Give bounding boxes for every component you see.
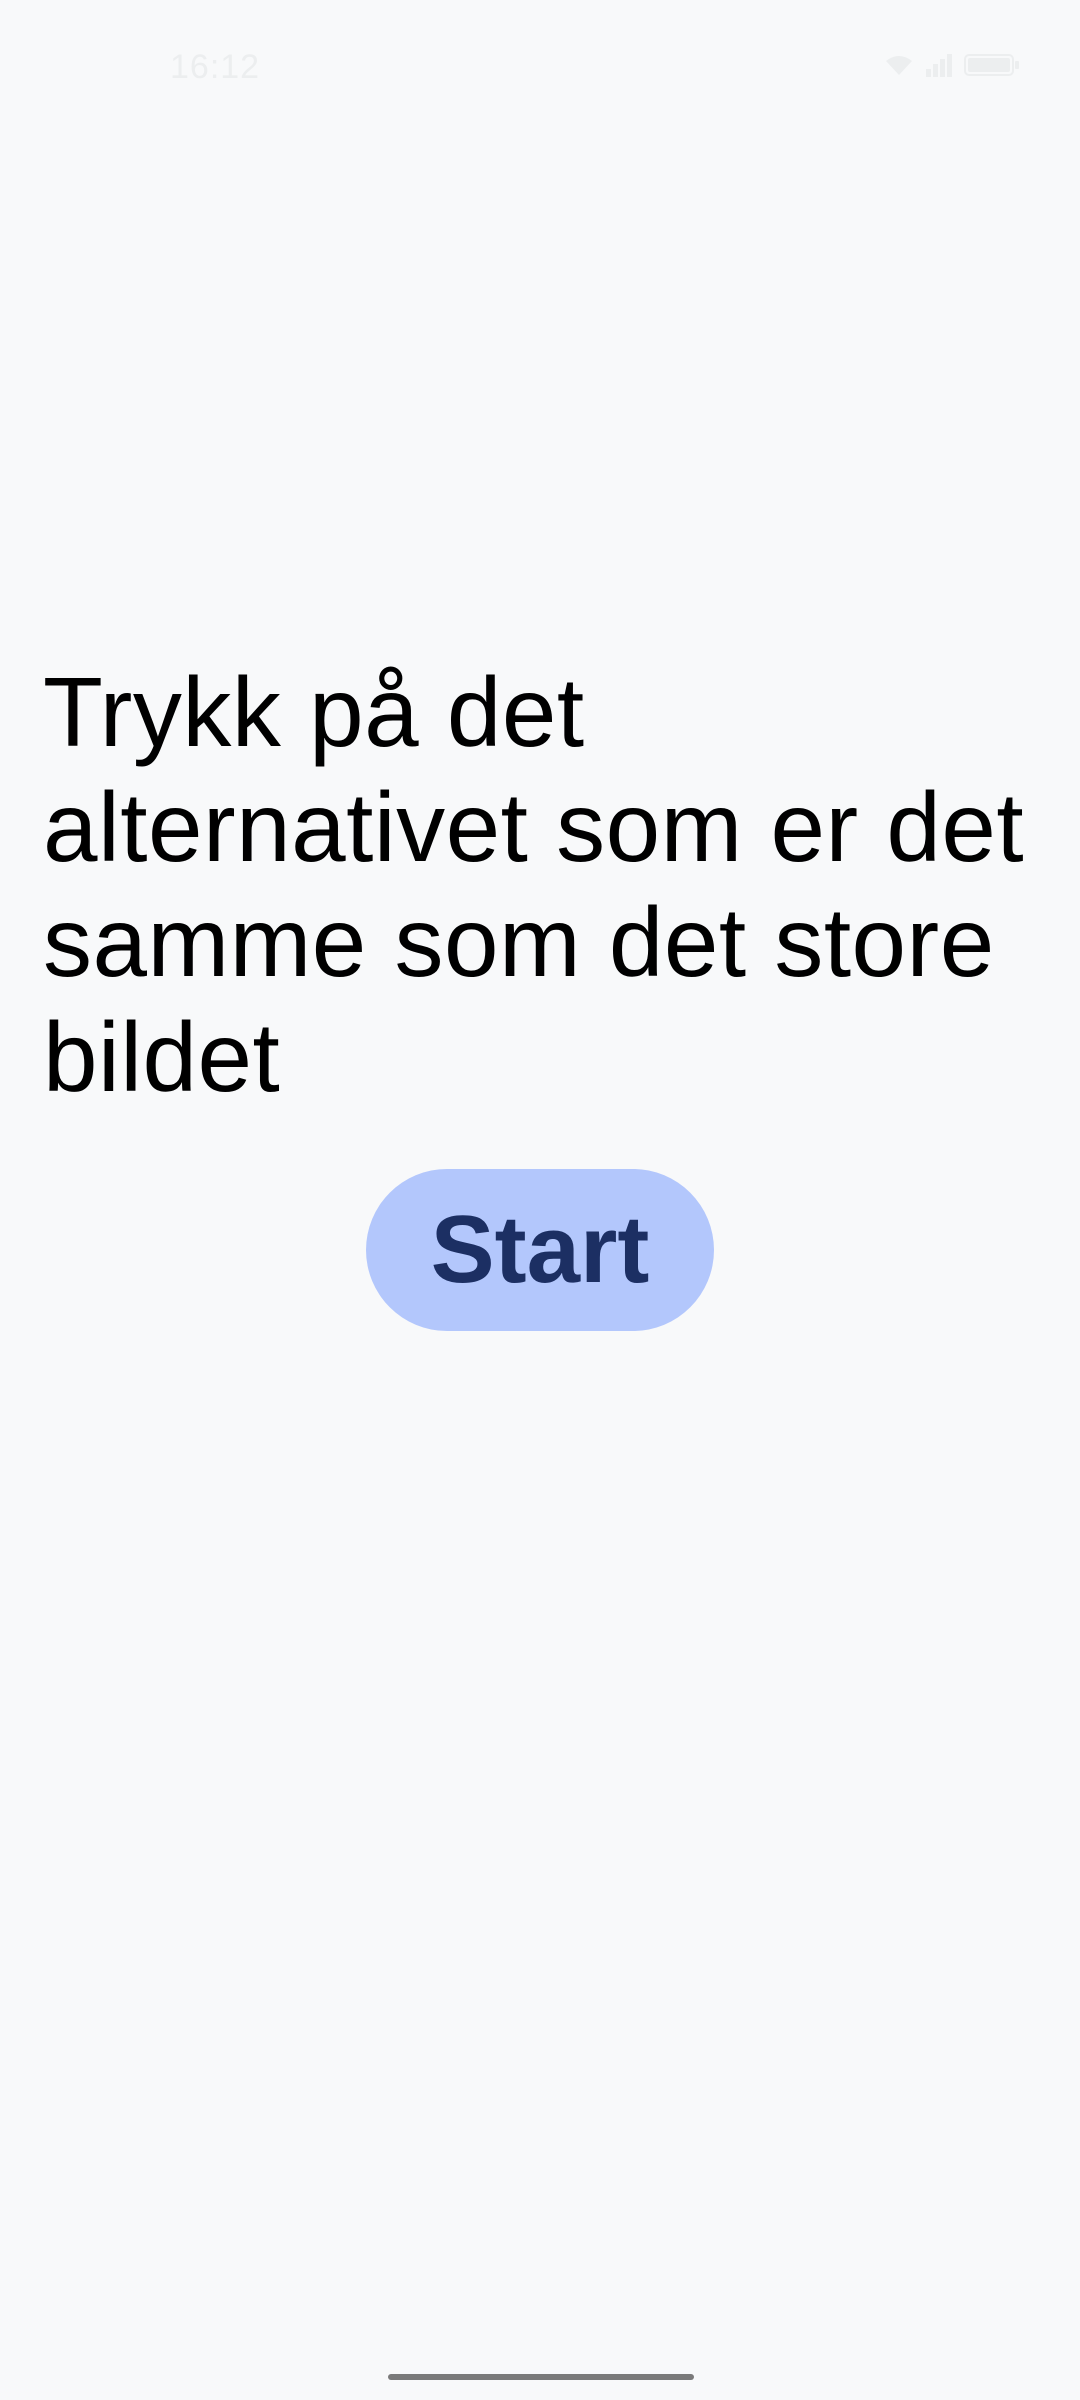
status-icons (884, 52, 1022, 78)
status-bar: 16:12 (0, 0, 1080, 130)
home-indicator[interactable] (388, 2374, 694, 2380)
battery-icon (964, 52, 1022, 78)
instruction-text: Trykk på det alternativet som er det sam… (43, 657, 1025, 1112)
signal-icon (924, 53, 954, 77)
start-button[interactable]: Start (366, 1169, 714, 1331)
status-time: 16:12 (170, 48, 261, 86)
wifi-icon (884, 53, 914, 77)
